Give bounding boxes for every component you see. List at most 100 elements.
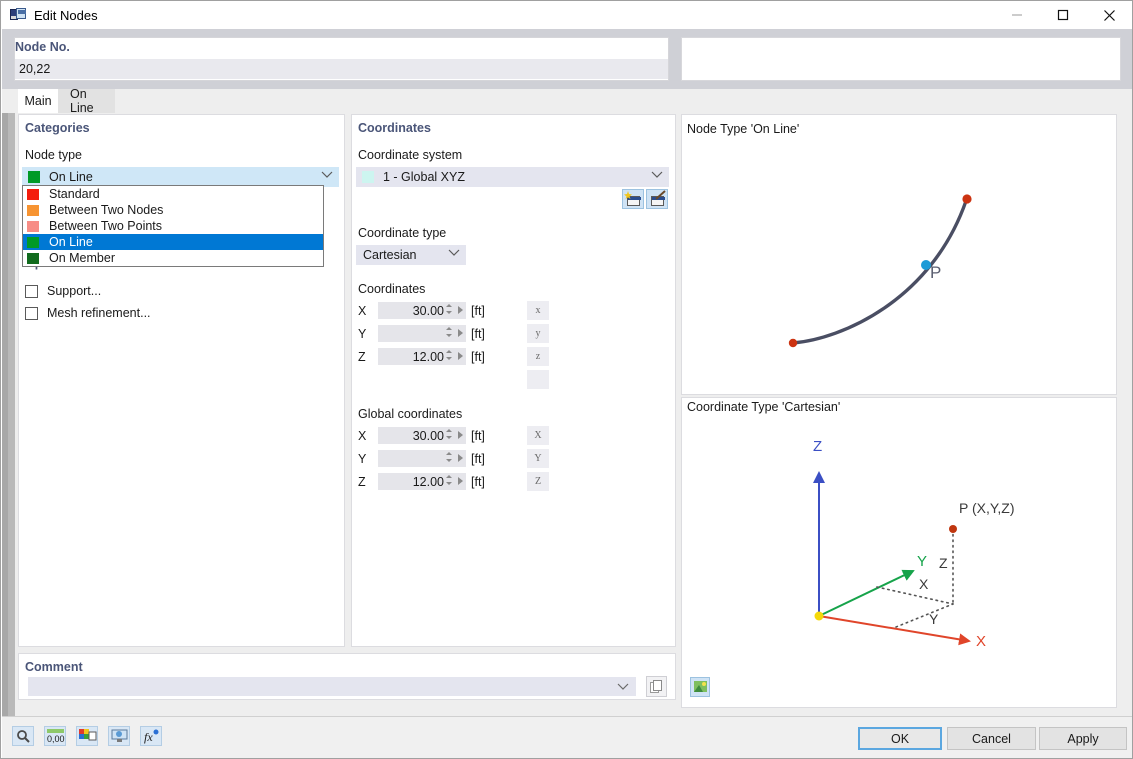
coord-y-input[interactable]	[378, 325, 466, 342]
coordinate-system-label: Coordinate system	[358, 148, 462, 162]
colors-glyph	[79, 729, 96, 744]
pick-point-button[interactable]	[527, 370, 549, 389]
categories-title: Categories	[25, 121, 90, 135]
global-y-input[interactable]	[378, 450, 466, 467]
global-x-axis-label: X	[358, 429, 366, 443]
on-line-diagram	[681, 141, 1117, 391]
node-type-label: Node type	[25, 148, 82, 162]
pick-y-label: y	[536, 328, 541, 339]
coordinate-system-value: 1 - Global XYZ	[383, 170, 465, 184]
coordinate-system-swatch	[362, 171, 374, 183]
coord-x-axis-label: X	[358, 304, 366, 318]
preview-point-label: P	[930, 263, 941, 283]
colors-fonts-icon[interactable]	[76, 726, 98, 746]
global-pick-x-label: X	[534, 430, 541, 441]
coordinates-title: Coordinates	[358, 121, 431, 135]
edit-coordinate-system-button[interactable]	[646, 189, 668, 209]
pick-x-label: x	[536, 305, 541, 316]
formula-icon[interactable]: fx	[140, 726, 162, 746]
svg-text:fx: fx	[144, 730, 153, 744]
pencil-icon	[656, 191, 667, 200]
chevron-down-icon	[618, 684, 628, 690]
between-two-nodes-label: Between Two Nodes	[49, 203, 163, 217]
coord-z-value: 12.00	[413, 350, 444, 364]
new-coordinate-system-button[interactable]	[622, 189, 644, 209]
copy-comment-button[interactable]	[646, 676, 667, 697]
copy-icon	[650, 680, 664, 694]
between-two-points-label: Between Two Points	[49, 219, 162, 233]
global-z-value: 12.00	[413, 475, 444, 489]
node-type-combo[interactable]: On Line	[22, 167, 339, 187]
fx-glyph: fx	[144, 729, 160, 744]
tab-on-line[interactable]: On Line	[58, 89, 115, 113]
svg-text:0,00: 0,00	[47, 734, 65, 744]
global-pick-z-button[interactable]: Z	[527, 472, 549, 491]
edit-nodes-icon	[10, 8, 26, 22]
global-y-axis-label: Y	[358, 452, 366, 466]
magnifier-glyph	[17, 730, 30, 743]
dropdown-option-on-member[interactable]: On Member	[23, 250, 323, 266]
apply-button[interactable]: Apply	[1039, 727, 1127, 750]
dropdown-option-between-two-points[interactable]: Between Two Points	[23, 218, 323, 234]
ok-button[interactable]: OK	[858, 727, 942, 750]
between-two-nodes-swatch	[27, 205, 39, 216]
origin-point	[815, 612, 824, 621]
find-icon[interactable]	[12, 726, 34, 746]
coord-z-input[interactable]: 12.00	[378, 348, 466, 365]
left-strip-edge	[2, 113, 8, 716]
local-coordinates-title: Coordinates	[358, 282, 425, 296]
minimize-button[interactable]	[994, 1, 1040, 29]
comment-input[interactable]	[28, 677, 636, 696]
coord-y-unit: [ft]	[471, 327, 485, 341]
global-x-input[interactable]: 30.00	[378, 427, 466, 444]
coord-x-input[interactable]: 30.00	[378, 302, 466, 319]
point-p-marker	[949, 525, 957, 533]
pick-z-button[interactable]: z	[527, 347, 549, 366]
on-member-label: On Member	[49, 251, 115, 265]
node-no-label: Node No.	[15, 40, 70, 54]
curve-end-point	[962, 194, 971, 203]
checkbox-mesh-refinement[interactable]: Mesh refinement...	[25, 306, 151, 320]
node-type-preview-caption: Node Type 'On Line'	[687, 122, 799, 136]
axis-label-z: Z	[813, 438, 822, 455]
node-no-input[interactable]: 20,22	[15, 59, 668, 79]
cancel-button[interactable]: Cancel	[947, 727, 1036, 750]
dropdown-option-on-line[interactable]: On Line	[23, 234, 323, 250]
coord-x-unit: [ft]	[471, 304, 485, 318]
dropdown-option-standard[interactable]: Standard	[23, 186, 323, 202]
pick-y-button[interactable]: y	[527, 324, 549, 343]
global-pick-x-button[interactable]: X	[527, 426, 549, 445]
coordinate-system-combo[interactable]: 1 - Global XYZ	[356, 167, 669, 187]
window-title: Edit Nodes	[34, 8, 98, 23]
chevron-down-icon	[652, 172, 662, 179]
global-pick-y-button[interactable]: Y	[527, 449, 549, 468]
star-icon	[624, 191, 632, 199]
node-type-dropdown-list[interactable]: Standard Between Two Nodes Between Two P…	[22, 185, 324, 267]
maximize-button[interactable]	[1040, 1, 1086, 29]
standard-label: Standard	[49, 187, 100, 201]
coordinate-type-value: Cartesian	[363, 248, 417, 262]
cartesian-axes-diagram	[681, 411, 1117, 661]
chevron-down-icon	[449, 250, 459, 257]
display-properties-icon[interactable]	[108, 726, 130, 746]
decimal-places-icon[interactable]: 0,00	[44, 726, 66, 746]
close-button[interactable]	[1086, 1, 1132, 29]
coord-z-unit: [ft]	[471, 350, 485, 364]
global-z-input[interactable]: 12.00	[378, 473, 466, 490]
coord-x-value: 30.00	[413, 304, 444, 318]
projection-label-y: Y	[929, 611, 938, 627]
coordinate-type-combo[interactable]: Cartesian	[356, 245, 466, 265]
global-z-unit: [ft]	[471, 475, 485, 489]
checkbox-support[interactable]: Support...	[25, 284, 101, 298]
pick-x-button[interactable]: x	[527, 301, 549, 320]
dropdown-option-between-two-nodes[interactable]: Between Two Nodes	[23, 202, 323, 218]
tab-main[interactable]: Main	[18, 89, 58, 113]
global-coordinates-title: Global coordinates	[358, 407, 462, 421]
insert-image-button[interactable]	[690, 677, 710, 697]
pick-z-label: z	[536, 351, 540, 362]
global-z-axis-label: Z	[358, 475, 366, 489]
coord-z-axis-label: Z	[358, 350, 366, 364]
node-type-value: On Line	[49, 170, 93, 184]
support-checkbox-box	[25, 285, 38, 298]
mesh-refinement-label: Mesh refinement...	[47, 306, 151, 320]
